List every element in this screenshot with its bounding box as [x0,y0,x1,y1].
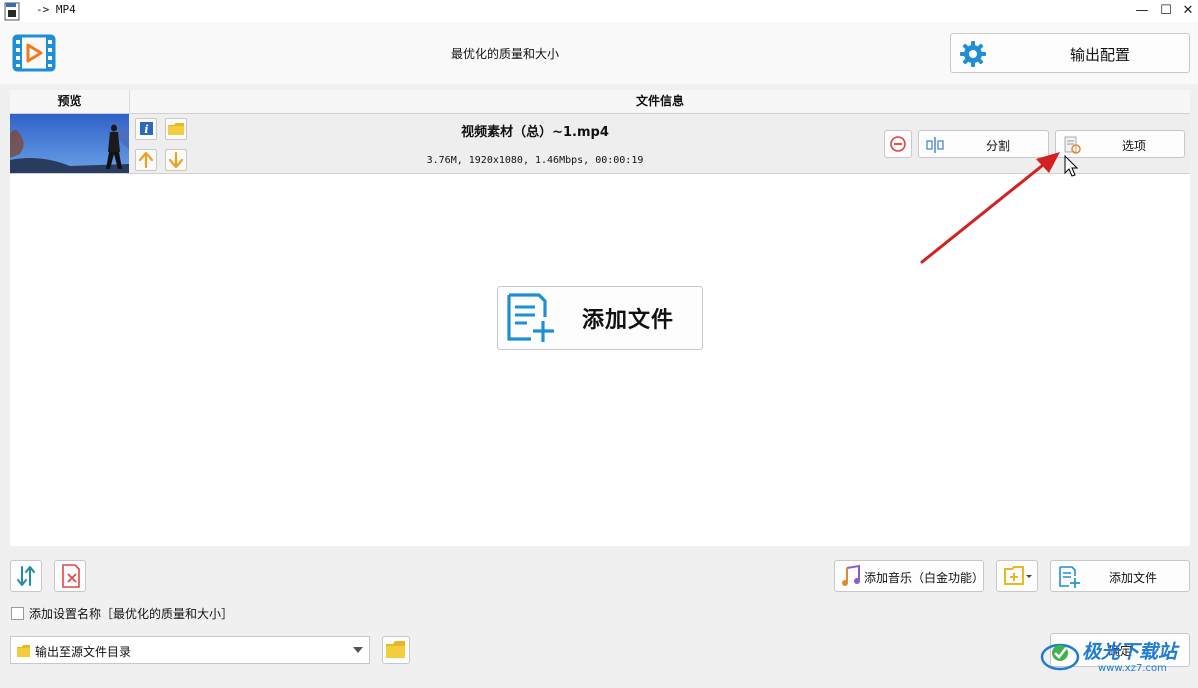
clear-list-button[interactable] [54,560,86,592]
remove-file-button[interactable] [884,130,912,158]
title-bar [0,0,1198,22]
folder-small-icon [17,645,30,657]
add-music-label: 添加音乐（白金功能） [864,571,985,585]
video-file-icon [4,2,20,21]
clear-list-icon [62,564,80,588]
output-dir-select[interactable]: 输出至源文件目录 [10,636,370,664]
add-setting-name-checkbox[interactable] [11,607,24,620]
add-setting-name-label: 添加设置名称［最优化的质量和大小］ [29,607,234,621]
maximize-button[interactable]: ☐ [1154,2,1178,20]
close-button[interactable]: ✕ [1176,2,1198,20]
move-up-button[interactable] [135,149,157,171]
sort-arrows-icon [17,566,35,586]
arrow-up-icon [138,151,154,169]
watermark-text: 极光下载站 [1082,641,1178,663]
music-note-icon [842,564,860,586]
video-thumbnail[interactable] [10,114,129,173]
add-file-label: 添加文件 [1109,571,1158,585]
arrow-down-icon [168,151,184,169]
options-label: 选项 [1122,139,1147,153]
remove-icon [890,136,906,152]
video-convert-logo-icon [12,34,56,72]
new-folder-icon [1004,566,1032,585]
folder-icon [168,123,184,135]
browse-folder-button[interactable] [382,636,410,664]
svg-text:i: i [144,123,148,136]
watermark-url: www.xz7.com [1098,663,1167,674]
add-music-button[interactable]: 添加音乐（白金功能） [834,560,984,592]
move-down-button[interactable] [165,149,187,171]
sort-button[interactable] [10,560,42,592]
window-title: -> MP4 [36,3,76,16]
chevron-down-icon [353,647,363,653]
site-watermark: 极光下载站 www.xz7.com [1040,633,1190,679]
output-config-button[interactable]: 输出配置 [950,33,1190,73]
add-files-center-label: 添加文件 [582,308,675,333]
file-name: 视频素材（总）~1.mp4 [461,125,609,140]
watermark-logo-icon [1040,643,1080,671]
column-header-file-info: 文件信息 [130,90,1190,113]
gear-icon [960,41,986,67]
output-dir-value: 输出至源文件目录 [35,645,132,659]
info-button[interactable]: i [135,118,157,140]
mouse-cursor-icon [1064,155,1079,177]
add-file-icon [507,293,554,342]
file-meta: 3.76M, 1920x1080, 1.46Mbps, 00:00:19 [426,155,644,166]
minimize-button[interactable]: — [1130,2,1154,20]
info-icon: i [140,122,153,136]
annotation-arrow [920,152,1060,264]
add-files-center-button[interactable]: 添加文件 [497,286,703,350]
output-config-label: 输出配置 [1069,46,1130,64]
column-header-preview: 预览 [10,90,129,113]
folder-icon [386,641,405,658]
new-folder-dropdown-button[interactable] [996,560,1038,592]
add-file-small-icon [1059,566,1080,588]
profile-label: 最优化的质量和大小 [450,47,559,61]
add-file-button[interactable]: 添加文件 [1050,560,1190,592]
open-folder-button[interactable] [165,118,187,140]
